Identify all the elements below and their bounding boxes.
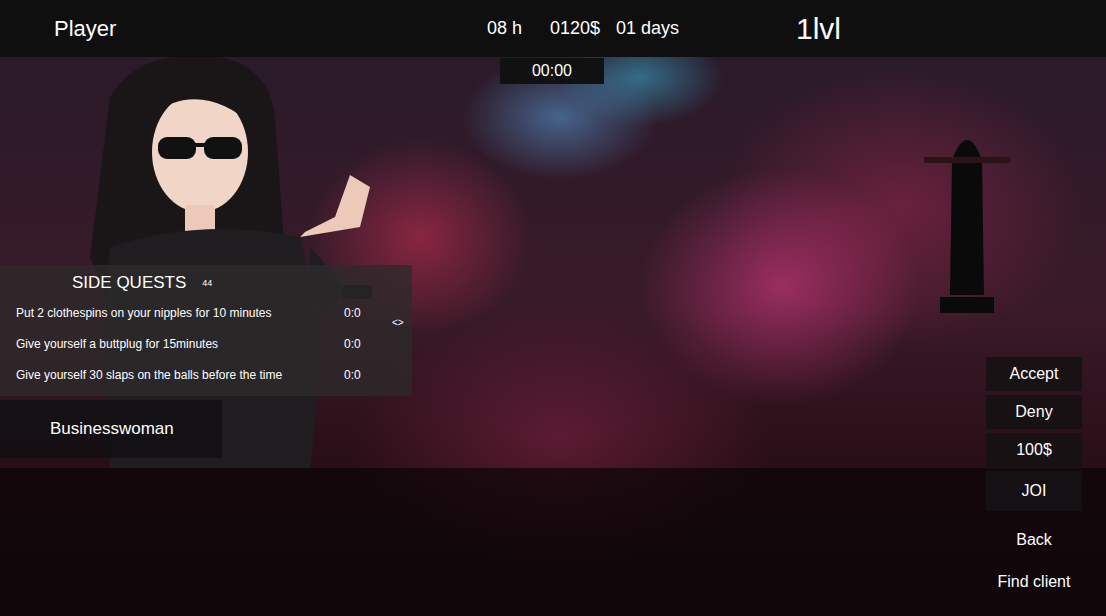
- shop-item-icon[interactable]: [922, 125, 1012, 325]
- scene: 00:00 SIDE QUESTS 44 Put 2 clothespins on y…: [0, 57, 1106, 616]
- action-button[interactable]: Find client: [986, 565, 1082, 599]
- player-name: Player: [0, 16, 380, 42]
- action-menu: Accept Deny 100$ JOI Back Find client: [986, 357, 1082, 599]
- top-bar: Player 08 h 0120$ 01 days 1lvl: [0, 0, 1106, 57]
- days-stat: 01 days: [616, 18, 679, 39]
- side-quests-header: SIDE QUESTS 44: [0, 269, 412, 297]
- side-quests-panel: SIDE QUESTS 44 Put 2 clothespins on your n…: [0, 265, 412, 396]
- timer: 00:00: [500, 58, 604, 84]
- action-button[interactable]: 100$: [986, 433, 1082, 467]
- quest-row[interactable]: Give yourself 30 slaps on the balls befo…: [0, 359, 412, 390]
- quest-time: 0:0: [340, 368, 380, 382]
- side-quests-title: SIDE QUESTS: [72, 273, 186, 293]
- quest-row[interactable]: Give yourself a buttplug for 15minutes0:…: [0, 328, 412, 359]
- action-button[interactable]: Deny: [986, 395, 1082, 429]
- quest-time: 0:0: [340, 337, 380, 351]
- bottom-panel: [0, 468, 1106, 616]
- quest-list: Put 2 clothespins on your nipples for 10…: [0, 297, 412, 390]
- game-screen: Player 08 h 0120$ 01 days 1lvl 00:00 SIDE QUES…: [0, 0, 1106, 616]
- action-button[interactable]: Accept: [986, 357, 1082, 391]
- client-type: Businesswoman: [0, 400, 222, 458]
- quest-text: Give yourself a buttplug for 15minutes: [0, 337, 340, 351]
- quests-toggle[interactable]: <>: [392, 317, 404, 328]
- hours-stat: 08 h: [487, 18, 522, 39]
- quest-time: 0:0: [340, 306, 380, 320]
- stats: 08 h 0120$ 01 days: [380, 18, 726, 39]
- level-stat: 1lvl: [726, 12, 1106, 46]
- quest-text: Give yourself 30 slaps on the balls befo…: [0, 368, 340, 382]
- quest-text: Put 2 clothespins on your nipples for 10…: [0, 306, 340, 320]
- action-button[interactable]: JOI: [986, 471, 1082, 511]
- side-quests-count: 44: [202, 278, 212, 288]
- money-stat: 0120$: [550, 18, 600, 39]
- action-button[interactable]: Back: [986, 523, 1082, 557]
- quest-row[interactable]: Put 2 clothespins on your nipples for 10…: [0, 297, 412, 328]
